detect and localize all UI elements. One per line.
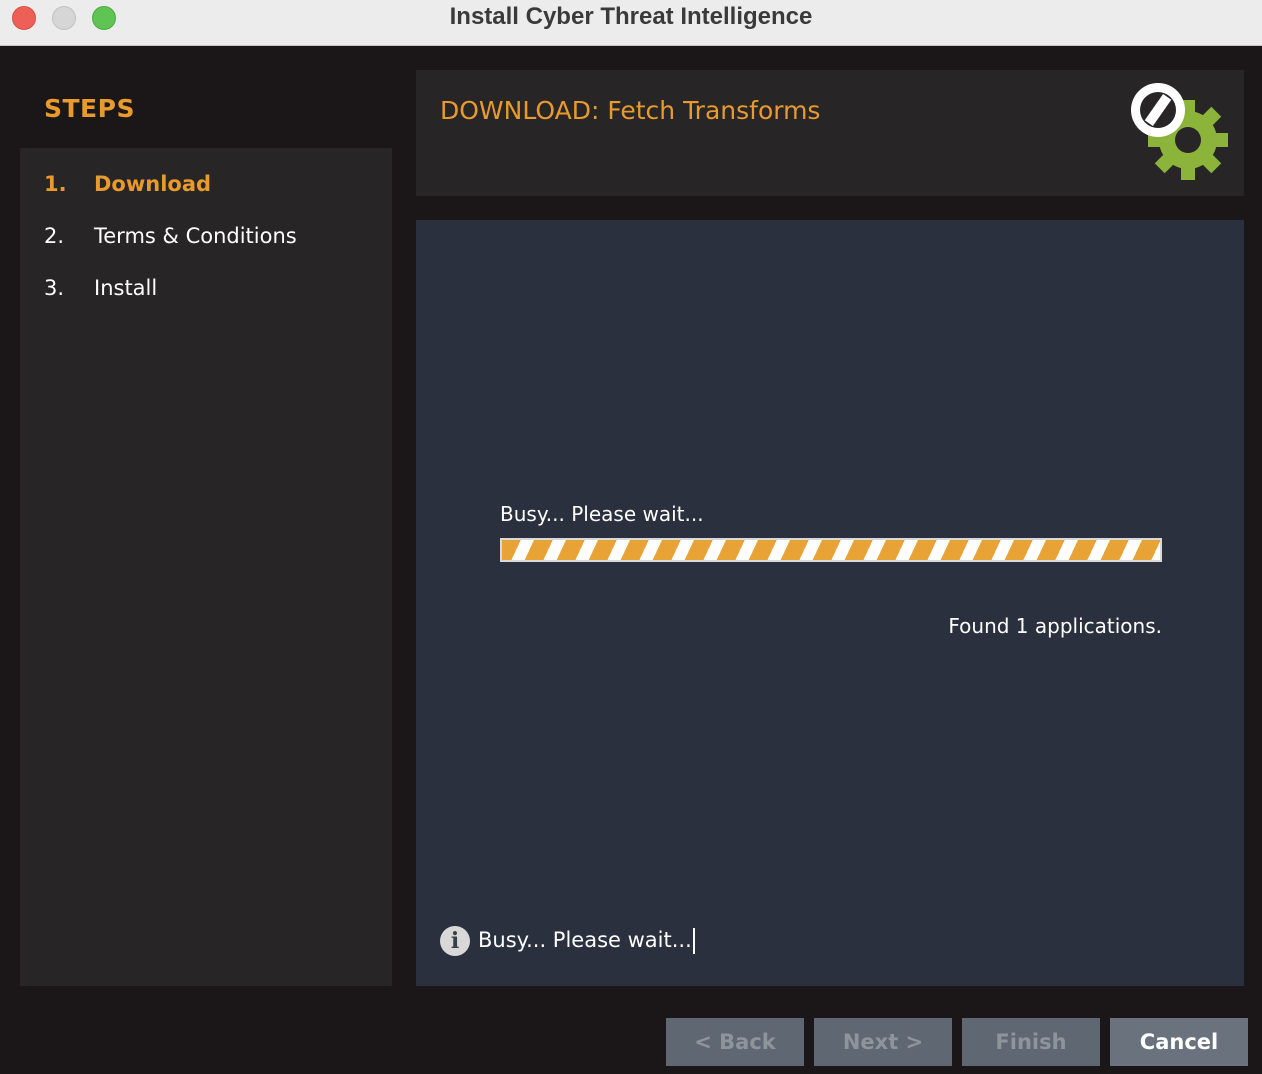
next-button[interactable]: Next > — [814, 1018, 952, 1066]
gear-with-disabled-symbol-icon — [1131, 83, 1228, 180]
busy-label: Busy... Please wait... — [500, 502, 704, 526]
step-number: 2. — [44, 224, 65, 248]
step-install: 3. Install — [44, 276, 157, 300]
steps-heading: STEPS — [44, 94, 135, 123]
step-label: Install — [94, 276, 158, 300]
window-titlebar: Install Cyber Threat Intelligence — [0, 0, 1262, 46]
found-applications-label: Found 1 applications. — [948, 614, 1162, 638]
step-number: 1. — [44, 172, 67, 196]
cancel-button[interactable]: Cancel — [1110, 1018, 1248, 1066]
step-label: Terms & Conditions — [94, 224, 297, 248]
progress-bar-fill — [502, 540, 1160, 560]
step-number: 3. — [44, 276, 65, 300]
progress-bar — [500, 538, 1162, 562]
text-caret — [692, 928, 695, 954]
finish-button[interactable]: Finish — [962, 1018, 1100, 1066]
wizard-header: DOWNLOAD: Fetch Transforms — [416, 70, 1244, 196]
window-title: Install Cyber Threat Intelligence — [449, 3, 813, 30]
step-terms-conditions: 2. Terms & Conditions — [44, 224, 297, 248]
status-message: i Busy... Please wait... — [440, 926, 695, 956]
info-icon: i — [440, 926, 470, 956]
wizard-content: Busy... Please wait... Found 1 applicati… — [416, 220, 1244, 986]
step-download: 1. Download — [44, 172, 211, 196]
status-text-value: Busy... Please wait... — [478, 928, 692, 952]
steps-sidebar: 1. Download 2. Terms & Conditions 3. Ins… — [20, 148, 392, 986]
back-button[interactable]: < Back — [666, 1018, 804, 1066]
page-title: DOWNLOAD: Fetch Transforms — [440, 96, 821, 125]
step-label: Download — [94, 172, 212, 196]
status-text: Busy... Please wait... — [478, 928, 695, 954]
